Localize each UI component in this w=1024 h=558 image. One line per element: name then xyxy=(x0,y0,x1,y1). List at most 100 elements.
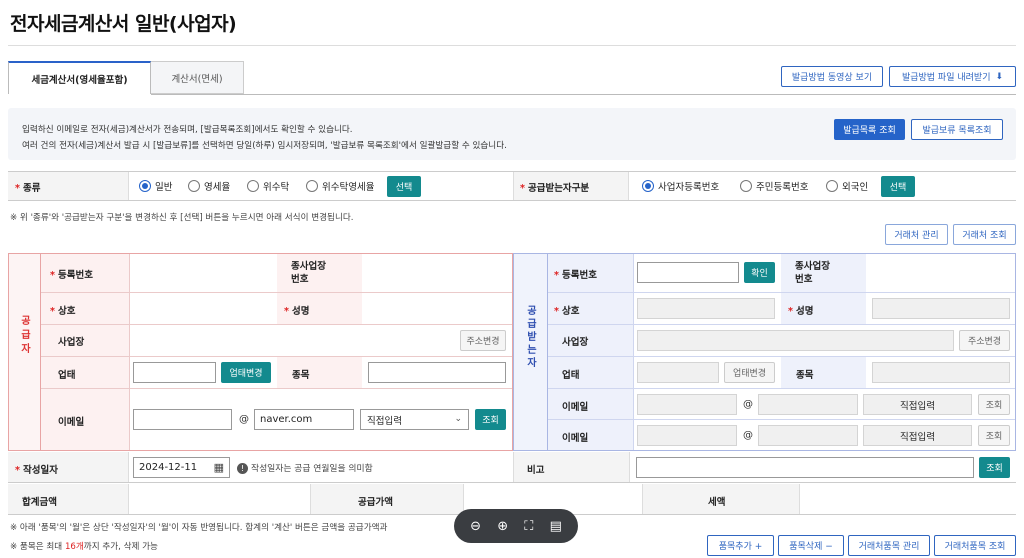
receiver-side-label: 공급받는자 xyxy=(513,305,547,376)
required-mark: * xyxy=(554,270,559,281)
receiver-addr-input[interactable] xyxy=(637,330,954,351)
partner-items-manage-button[interactable]: 거래처품목 관리 xyxy=(848,535,930,556)
receiver-confirm-button[interactable]: 확인 xyxy=(744,262,775,283)
issued-list-button[interactable]: 발급목록 조회 xyxy=(834,119,905,140)
row-line xyxy=(548,388,1015,389)
date-value: 2024-12-11 xyxy=(139,462,198,473)
supplier-name-text: 상호 xyxy=(57,306,76,317)
row-line xyxy=(41,324,512,325)
zoom-in-icon[interactable]: ⊕ xyxy=(497,519,508,534)
supplier-item-input[interactable] xyxy=(368,362,506,383)
supplier-email-select-value: 직접입력 xyxy=(367,415,402,427)
receiver-biz-button[interactable]: 업태변경 xyxy=(724,362,775,383)
at-sign: @ xyxy=(743,399,753,410)
radio-zero-rate[interactable]: 영세율 xyxy=(188,179,230,193)
receiver-email2-button[interactable]: 조회 xyxy=(978,425,1010,446)
download-guide-button[interactable]: 발급방법 파일 내려받기 ⬇ xyxy=(889,66,1016,87)
receiver-name-input[interactable] xyxy=(637,298,775,319)
receiver-reg-text: 등록번호 xyxy=(561,270,597,281)
radio-general-circle xyxy=(139,180,151,192)
supply-label: 공급가액 xyxy=(358,497,393,508)
receiver-email-button[interactable]: 조회 xyxy=(978,394,1010,415)
receiver-reg-input[interactable] xyxy=(637,262,739,283)
radio-zero-rate-label: 영세율 xyxy=(204,182,231,193)
supplier-item-label: 종목 xyxy=(292,370,310,381)
date-label-text: 작성일자 xyxy=(22,465,58,476)
receiver-biz-label: 업태 xyxy=(562,370,580,381)
receiver-email-domain-input[interactable] xyxy=(758,394,858,415)
receiver-email2-domain-input[interactable] xyxy=(758,425,858,446)
partner-items-lookup-button[interactable]: 거래처품목 조회 xyxy=(934,535,1016,556)
receiver-rep-label: * 성명 xyxy=(788,303,813,317)
receiver-email-select[interactable]: 직접입력 xyxy=(863,394,972,415)
radio-resident-no-circle xyxy=(740,180,752,192)
page-title: 전자세금계산서 일반(사업자) xyxy=(10,13,237,35)
supplier-sub-label: 종사업장 번호 xyxy=(291,261,326,285)
type-select-button[interactable]: 선택 xyxy=(387,176,421,197)
supplier-email-select[interactable]: 직접입력 ⌄ xyxy=(360,409,469,430)
receiver-email2-id-input[interactable] xyxy=(637,425,737,446)
receiver-rep-input[interactable] xyxy=(872,298,1010,319)
receiver-email2-label: 이메일 xyxy=(562,433,589,444)
date-label: * 작성일자 xyxy=(15,462,58,476)
radio-biz-no[interactable]: 사업자등록번호 xyxy=(642,179,719,193)
download-guide-label: 발급방법 파일 내려받기 xyxy=(901,73,991,83)
supplier-name-label: * 상호 xyxy=(50,303,75,317)
partner-lookup-button[interactable]: 거래처 조회 xyxy=(953,224,1016,245)
tab-invoice[interactable]: 계산서(면세) xyxy=(151,61,244,94)
supplier-side-label: 공급자 xyxy=(8,315,40,363)
supplier-addr-button[interactable]: 주소변경 xyxy=(460,330,506,351)
delete-item-button[interactable]: 품목삭제 − xyxy=(778,535,844,556)
radio-foreigner[interactable]: 외국인 xyxy=(826,179,868,193)
row-line xyxy=(41,292,512,293)
row-line xyxy=(548,324,1015,325)
supplier-label-col xyxy=(41,254,129,450)
receiver-addr-button[interactable]: 주소변경 xyxy=(959,330,1010,351)
radio-zero-rate-circle xyxy=(188,180,200,192)
add-item-button[interactable]: 품목추가 + xyxy=(707,535,774,556)
calendar-icon: ▦ xyxy=(213,461,224,474)
receiver-item-input[interactable] xyxy=(872,362,1010,383)
tab-tax-invoice[interactable]: 세금계산서(영세율포함) xyxy=(8,61,151,94)
receiver-email-id-input[interactable] xyxy=(637,394,737,415)
memo-input[interactable] xyxy=(636,457,974,478)
radio-consign-zero-label: 위수탁영세율 xyxy=(322,182,375,193)
receiver-select-button[interactable]: 선택 xyxy=(881,176,915,197)
video-guide-button[interactable]: 발급방법 동영상 보기 xyxy=(781,66,883,87)
supplier-reg-label: * 등록번호 xyxy=(50,267,93,281)
row-line xyxy=(41,388,512,389)
date-input[interactable]: 2024-12-11 ▦ xyxy=(133,457,230,478)
document-icon[interactable]: ▤ xyxy=(550,519,562,534)
radio-general[interactable]: 일반 xyxy=(139,179,172,193)
zoom-toolbar: ⊖ ⊕ ⛶ ▤ xyxy=(454,509,578,543)
held-list-button[interactable]: 발급보류 목록조회 xyxy=(911,119,1003,140)
supplier-email-id-input[interactable] xyxy=(133,409,232,430)
required-mark: * xyxy=(50,270,55,281)
receiver-addr-label: 사업장 xyxy=(562,337,589,348)
required-mark: * xyxy=(788,306,793,317)
receiver-item-label: 종목 xyxy=(796,370,814,381)
receiver-biz-input[interactable] xyxy=(637,362,719,383)
row-line xyxy=(548,356,1015,357)
type-label-text: 종류 xyxy=(22,183,41,194)
radio-consign[interactable]: 위수탁 xyxy=(247,179,289,193)
fullscreen-icon[interactable]: ⛶ xyxy=(524,519,533,534)
receiver-email2-select[interactable]: 직접입력 xyxy=(863,425,972,446)
memo-lookup-button[interactable]: 조회 xyxy=(979,457,1010,478)
radio-resident-no[interactable]: 주민등록번호 xyxy=(740,179,808,193)
supplier-biz-input[interactable] xyxy=(133,362,216,383)
radio-resident-no-label: 주민등록번호 xyxy=(756,182,809,193)
receiver-name-label: * 상호 xyxy=(554,303,579,317)
supplier-email-domain-input[interactable]: naver.com xyxy=(254,409,354,430)
partner-manage-button[interactable]: 거래처 관리 xyxy=(885,224,948,245)
date-hint-text: 작성일자는 공급 연월일을 의미함 xyxy=(251,464,373,474)
row-line xyxy=(548,419,1015,420)
receiver-label-col xyxy=(548,254,633,450)
required-mark: * xyxy=(50,306,55,317)
supplier-biz-button[interactable]: 업태변경 xyxy=(221,362,271,383)
radio-consign-zero[interactable]: 위수탁영세율 xyxy=(306,179,374,193)
zoom-out-icon[interactable]: ⊖ xyxy=(470,519,481,534)
receiver-label-col3 xyxy=(781,356,866,388)
radio-consign-circle xyxy=(247,180,259,192)
supplier-email-button[interactable]: 조회 xyxy=(475,409,506,430)
